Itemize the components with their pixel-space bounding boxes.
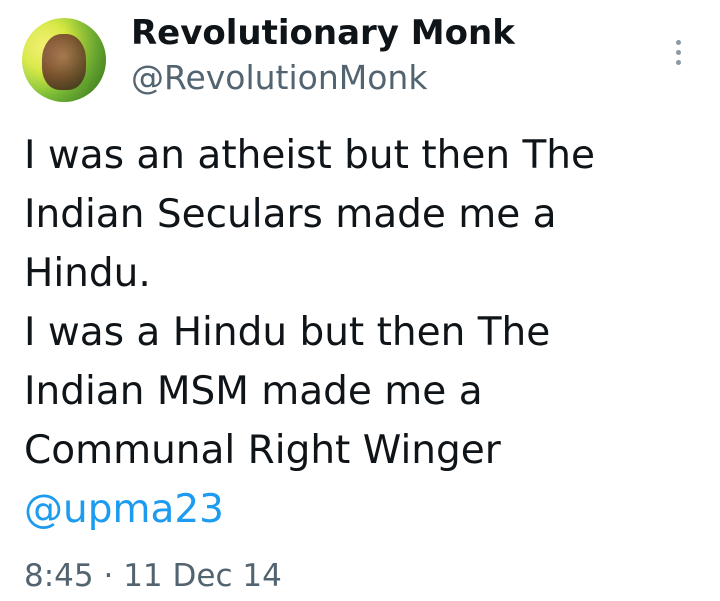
tweet-text-line: Indian MSM made me a [24,369,483,414]
author-handle[interactable]: @RevolutionMonk [131,58,427,98]
tweet-text: I was an atheist but then The Indian Sec… [24,126,704,539]
tweet-timestamp[interactable]: 8:45 · 11 Dec 14 [24,556,282,596]
tweet-text-line: Indian Seculars made me a [24,192,557,237]
tweet-card: Revolutionary Monk @RevolutionMonk I was… [0,0,720,601]
timestamp-separator: · [103,558,114,594]
tweet-date: 11 Dec 14 [123,558,282,594]
tweet-text-line: I was a Hindu but then The [24,310,551,355]
more-options-icon[interactable] [666,34,690,70]
tweet-text-line: Hindu. [24,251,151,296]
author-display-name[interactable]: Revolutionary Monk [131,12,515,54]
tweet-text-line: I was an atheist but then The [24,133,595,178]
author-avatar[interactable] [22,18,106,102]
tweet-time: 8:45 [24,558,94,594]
mention-link[interactable]: @upma23 [24,480,704,539]
tweet-text-line: Communal Right Winger [24,428,501,473]
